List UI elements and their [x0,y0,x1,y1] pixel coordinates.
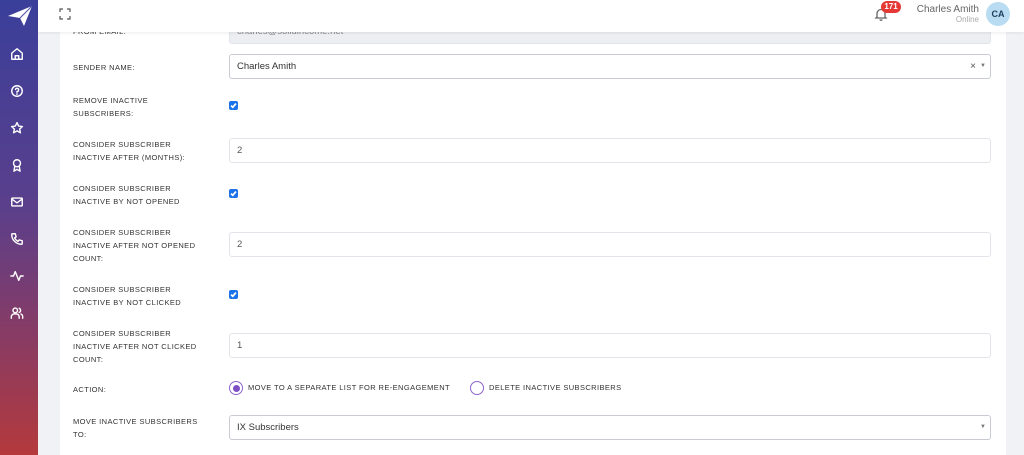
inactive-not-opened-label-line-2: INACTIVE BY NOT OPENED [73,197,180,206]
inactive-not-clicked-label-line-1: CONSIDER SUBSCRIBER [73,285,172,294]
inactive-not-clicked-label-line-2: INACTIVE BY NOT CLICKED [73,298,182,307]
move-to-label: MOVE INACTIVE SUBSCRIBERS TO: [73,415,198,441]
check-icon [230,103,237,109]
sender-name-value: Charles Amith [237,61,297,72]
home-icon[interactable] [9,46,25,62]
not-opened-count-label-line-2: INACTIVE AFTER NOT OPENED [73,241,196,250]
action-label: ACTION: [73,385,107,394]
sender-name-select[interactable]: Charles Amith × ▼ [229,54,991,79]
user-name[interactable]: Charles Amith [917,4,979,15]
sidebar [0,0,38,455]
users-icon[interactable] [9,305,25,321]
not-clicked-count-label-line-2: INACTIVE AFTER NOT CLICKED [73,342,197,351]
not-opened-count-label-line-1: CONSIDER SUBSCRIBER [73,228,172,237]
fullscreen-icon[interactable] [59,7,71,20]
award-icon[interactable] [9,157,25,173]
chevron-down-icon[interactable]: ▼ [980,416,986,439]
not-opened-count-label-line-3: COUNT: [73,254,104,263]
inactive-not-opened-checkbox[interactable] [229,189,238,198]
move-to-list-select[interactable]: IX Subscribers ▼ [229,415,991,440]
move-to-label-line-1: MOVE INACTIVE SUBSCRIBERS [73,417,198,426]
settings-form-panel: FROM EMAIL: charles@solidincome.net SEND… [60,18,1006,455]
move-to-list-value: IX Subscribers [237,422,299,433]
check-icon [230,191,237,197]
inactive-after-months-input[interactable]: 2 [229,138,991,163]
phone-icon[interactable] [9,231,25,247]
sender-name-label: SENDER NAME: [73,63,135,72]
remove-inactive-label-line-2: SUBSCRIBERS: [73,109,134,118]
inactive-not-clicked-label: CONSIDER SUBSCRIBER INACTIVE BY NOT CLIC… [73,283,181,309]
clear-selection-icon[interactable]: × [970,55,976,78]
not-opened-count-label: CONSIDER SUBSCRIBER INACTIVE AFTER NOT O… [73,226,195,265]
remove-inactive-label: REMOVE INACTIVE SUBSCRIBERS: [73,94,148,120]
activity-icon[interactable] [9,268,25,284]
inactive-after-months-label-line-2: INACTIVE AFTER (MONTHS): [73,153,186,162]
not-opened-count-input[interactable]: 2 [229,232,991,257]
remove-inactive-checkbox[interactable] [229,101,238,110]
action-move-label[interactable]: MOVE TO A SEPARATE LIST FOR RE-ENGAGEMEN… [248,381,450,395]
move-to-label-line-2: TO: [73,430,87,439]
action-delete-radio[interactable] [470,381,484,395]
chevron-down-icon[interactable]: ▼ [980,55,986,78]
inactive-not-opened-label: CONSIDER SUBSCRIBER INACTIVE BY NOT OPEN… [73,182,180,208]
action-move-radio[interactable] [229,381,243,395]
inactive-after-months-label: CONSIDER SUBSCRIBER INACTIVE AFTER (MONT… [73,138,185,164]
remove-inactive-label-line-1: REMOVE INACTIVE [73,96,149,105]
help-icon[interactable] [9,83,25,99]
star-icon[interactable] [9,120,25,136]
paper-plane-logo-icon[interactable] [7,5,33,27]
notification-count-badge[interactable]: 171 [881,1,901,13]
not-clicked-count-label-line-3: COUNT: [73,355,104,364]
topbar: 171 Charles Amith Online CA [38,0,1024,32]
inactive-after-months-label-line-1: CONSIDER SUBSCRIBER [73,140,172,149]
check-icon [230,292,237,298]
inactive-not-clicked-checkbox[interactable] [229,290,238,299]
not-clicked-count-label-line-1: CONSIDER SUBSCRIBER [73,329,172,338]
mail-icon[interactable] [9,194,25,210]
user-status: Online [955,15,979,24]
inactive-not-opened-label-line-1: CONSIDER SUBSCRIBER [73,184,172,193]
not-clicked-count-label: CONSIDER SUBSCRIBER INACTIVE AFTER NOT C… [73,327,197,366]
not-clicked-count-input[interactable]: 1 [229,333,991,358]
action-delete-label[interactable]: DELETE INACTIVE SUBSCRIBERS [489,381,622,395]
avatar[interactable]: CA [986,2,1010,26]
